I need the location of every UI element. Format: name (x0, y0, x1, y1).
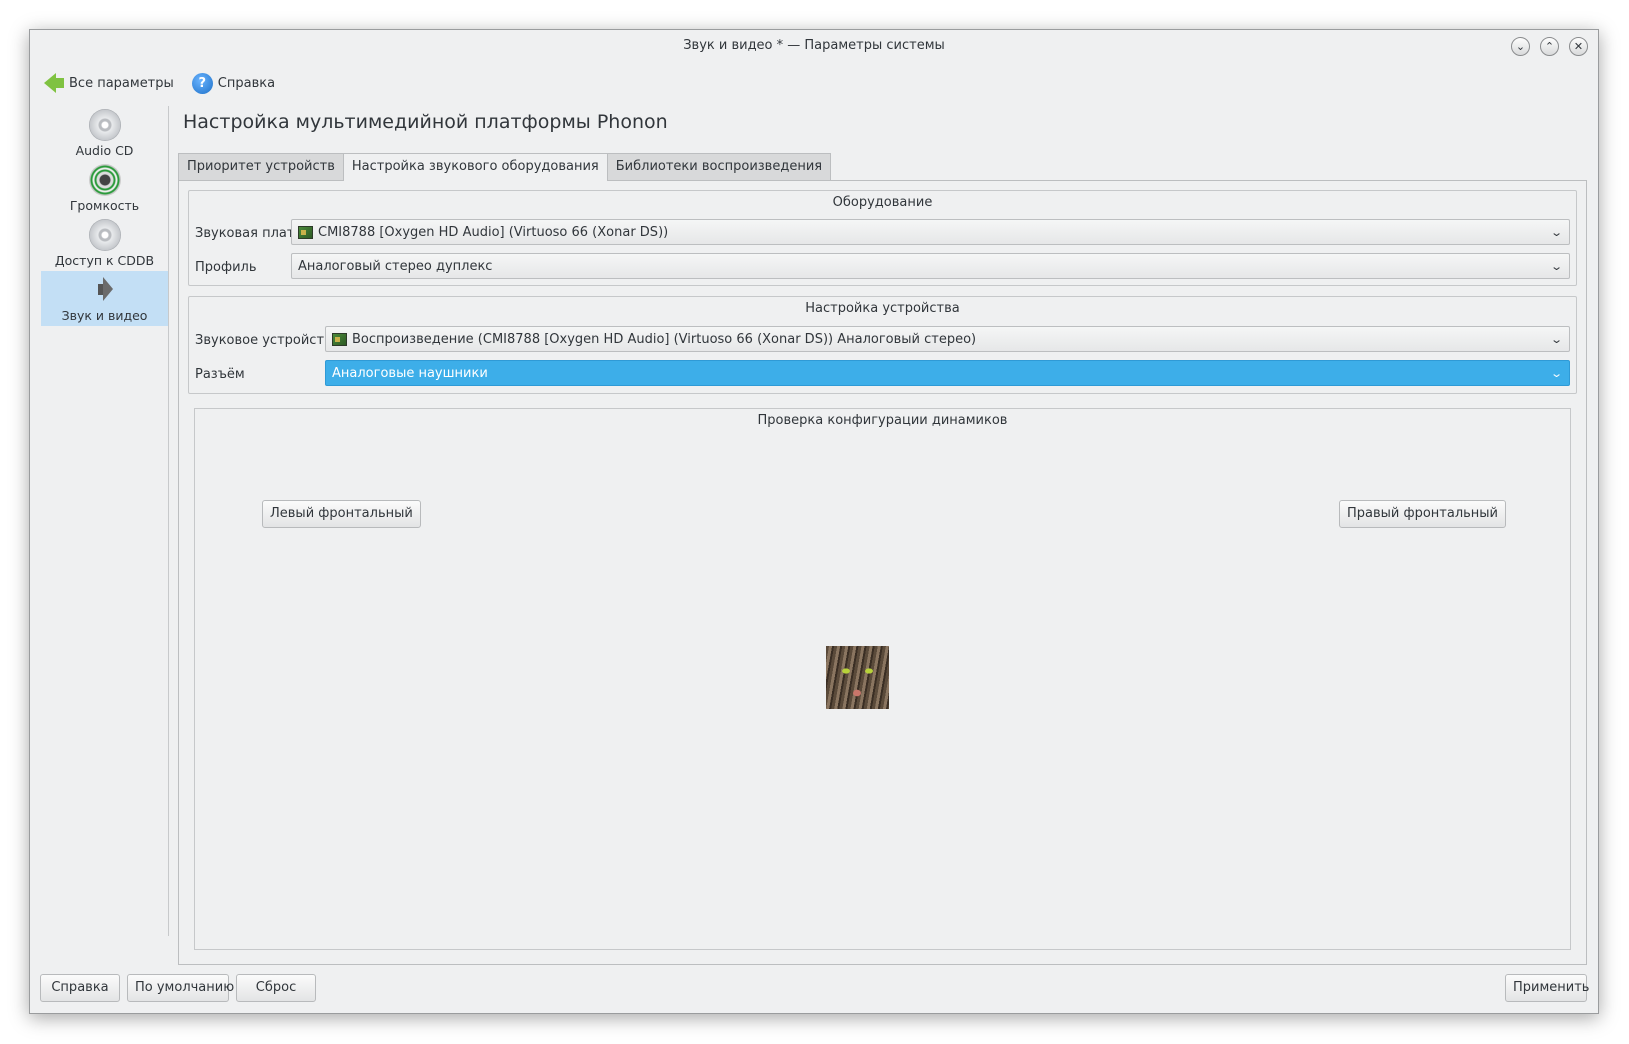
apply-button[interactable]: Применить (1505, 974, 1589, 1002)
sidebar-item-audio-cd[interactable]: Audio CD (41, 106, 168, 161)
chevron-down-icon: ⌄ (1549, 367, 1563, 380)
profile-label: Профиль (195, 259, 257, 275)
title-bar[interactable]: Звук и видео * — Параметры системы ⌄ ⌃ ✕ (30, 30, 1598, 62)
listener-cat-image (826, 646, 889, 709)
maximize-button[interactable]: ⌃ (1540, 37, 1559, 56)
hardware-group-title: Оборудование (832, 195, 933, 210)
profile-value: Аналоговый стерео дуплекс (298, 258, 493, 274)
sound-card-icon (298, 225, 313, 239)
front-right-speaker-button[interactable]: Правый фронтальный (1338, 500, 1506, 528)
sound-device-label: Звуковое устройство (195, 332, 340, 348)
sound-card-value: CMI8788 [Oxygen HD Audio] (Virtuoso 66 (… (318, 224, 669, 240)
sidebar-item-label: Доступ к CDDB (54, 253, 155, 268)
help-button[interactable]: Справка (40, 974, 120, 1002)
help-toolbar-button[interactable]: ? Справка (191, 72, 276, 94)
cd-icon (88, 109, 121, 141)
front-left-speaker-button[interactable]: Левый фронтальный (262, 500, 421, 528)
all-settings-button[interactable]: Все параметры (44, 73, 174, 93)
sidebar-item-volume[interactable]: Громкость (41, 161, 168, 216)
page-title: Настройка мультимедийной платформы Phono… (183, 111, 668, 133)
window-controls: ⌄ ⌃ ✕ (1511, 37, 1588, 56)
sidebar-item-label: Звук и видео (61, 308, 148, 323)
chevron-down-icon: ⌄ (1549, 260, 1563, 273)
minimize-button[interactable]: ⌄ (1511, 37, 1530, 56)
cd-icon (88, 219, 121, 251)
speaker-test-frame: Проверка конфигурации динамиков Левый фр… (194, 408, 1571, 950)
sound-card-select[interactable]: CMI8788 [Oxygen HD Audio] (Virtuoso 66 (… (291, 219, 1570, 245)
tab-panel: Оборудование Звуковая плата CMI8788 [Oxy… (178, 180, 1587, 965)
port-row: Разъём Аналоговые наушники ⌄ (195, 360, 1570, 388)
profile-row: Профиль Аналоговый стерео дуплекс ⌄ (195, 253, 1570, 281)
sidebar-item-label: Громкость (69, 198, 140, 213)
defaults-button[interactable]: По умолчанию (127, 974, 234, 1002)
port-label: Разъём (195, 366, 245, 382)
close-button[interactable]: ✕ (1569, 37, 1588, 56)
sound-device-value: Воспроизведение (CMI8788 [Oxygen HD Audi… (352, 331, 977, 347)
reset-button[interactable]: Сброс (236, 974, 316, 1002)
all-settings-label: Все параметры (69, 75, 174, 91)
tab-bar: Приоритет устройств Настройка звукового … (178, 153, 832, 181)
hardware-group: Оборудование Звуковая плата CMI8788 [Oxy… (188, 190, 1577, 286)
speaker-test-title: Проверка конфигурации динамиков (757, 413, 1008, 428)
footer-bar: Справка По умолчанию Сброс Применить (30, 965, 1598, 1013)
sound-device-row: Звуковое устройство Воспроизведение (CMI… (195, 326, 1570, 354)
port-select[interactable]: Аналоговые наушники ⌄ (325, 360, 1570, 386)
sidebar: Audio CD Громкость Доступ к CDDB Звук и … (41, 106, 169, 936)
sidebar-item-label: Audio CD (75, 143, 134, 158)
volume-icon (88, 164, 121, 196)
device-group: Настройка устройства Звуковое устройство… (188, 296, 1577, 394)
tab-audio-hardware[interactable]: Настройка звукового оборудования (342, 153, 608, 181)
settings-window: Звук и видео * — Параметры системы ⌄ ⌃ ✕… (29, 29, 1599, 1014)
sidebar-item-cddb[interactable]: Доступ к CDDB (41, 216, 168, 271)
window-title: Звук и видео * — Параметры системы (683, 38, 945, 53)
chevron-down-icon: ⌄ (1549, 226, 1563, 239)
back-arrow-icon (44, 73, 64, 93)
sound-card-icon (332, 332, 347, 346)
sidebar-item-sound-video[interactable]: Звук и видео (41, 271, 168, 326)
help-icon: ? (191, 72, 213, 94)
profile-select[interactable]: Аналоговый стерео дуплекс ⌄ (291, 253, 1570, 279)
toolbar: Все параметры ? Справка (44, 68, 275, 98)
help-toolbar-label: Справка (217, 75, 276, 91)
sound-device-select[interactable]: Воспроизведение (CMI8788 [Oxygen HD Audi… (325, 326, 1570, 352)
port-value: Аналоговые наушники (332, 365, 488, 381)
chevron-down-icon: ⌄ (1549, 333, 1563, 346)
speaker-icon (89, 274, 121, 306)
tab-device-priority[interactable]: Приоритет устройств (178, 153, 344, 180)
sound-card-row: Звуковая плата CMI8788 [Oxygen HD Audio]… (195, 219, 1570, 247)
sound-card-label: Звуковая плата (195, 225, 303, 241)
main-content: Настройка мультимедийной платформы Phono… (178, 106, 1587, 965)
device-group-title: Настройка устройства (805, 301, 960, 316)
tab-backends[interactable]: Библиотеки воспроизведения (606, 153, 832, 180)
